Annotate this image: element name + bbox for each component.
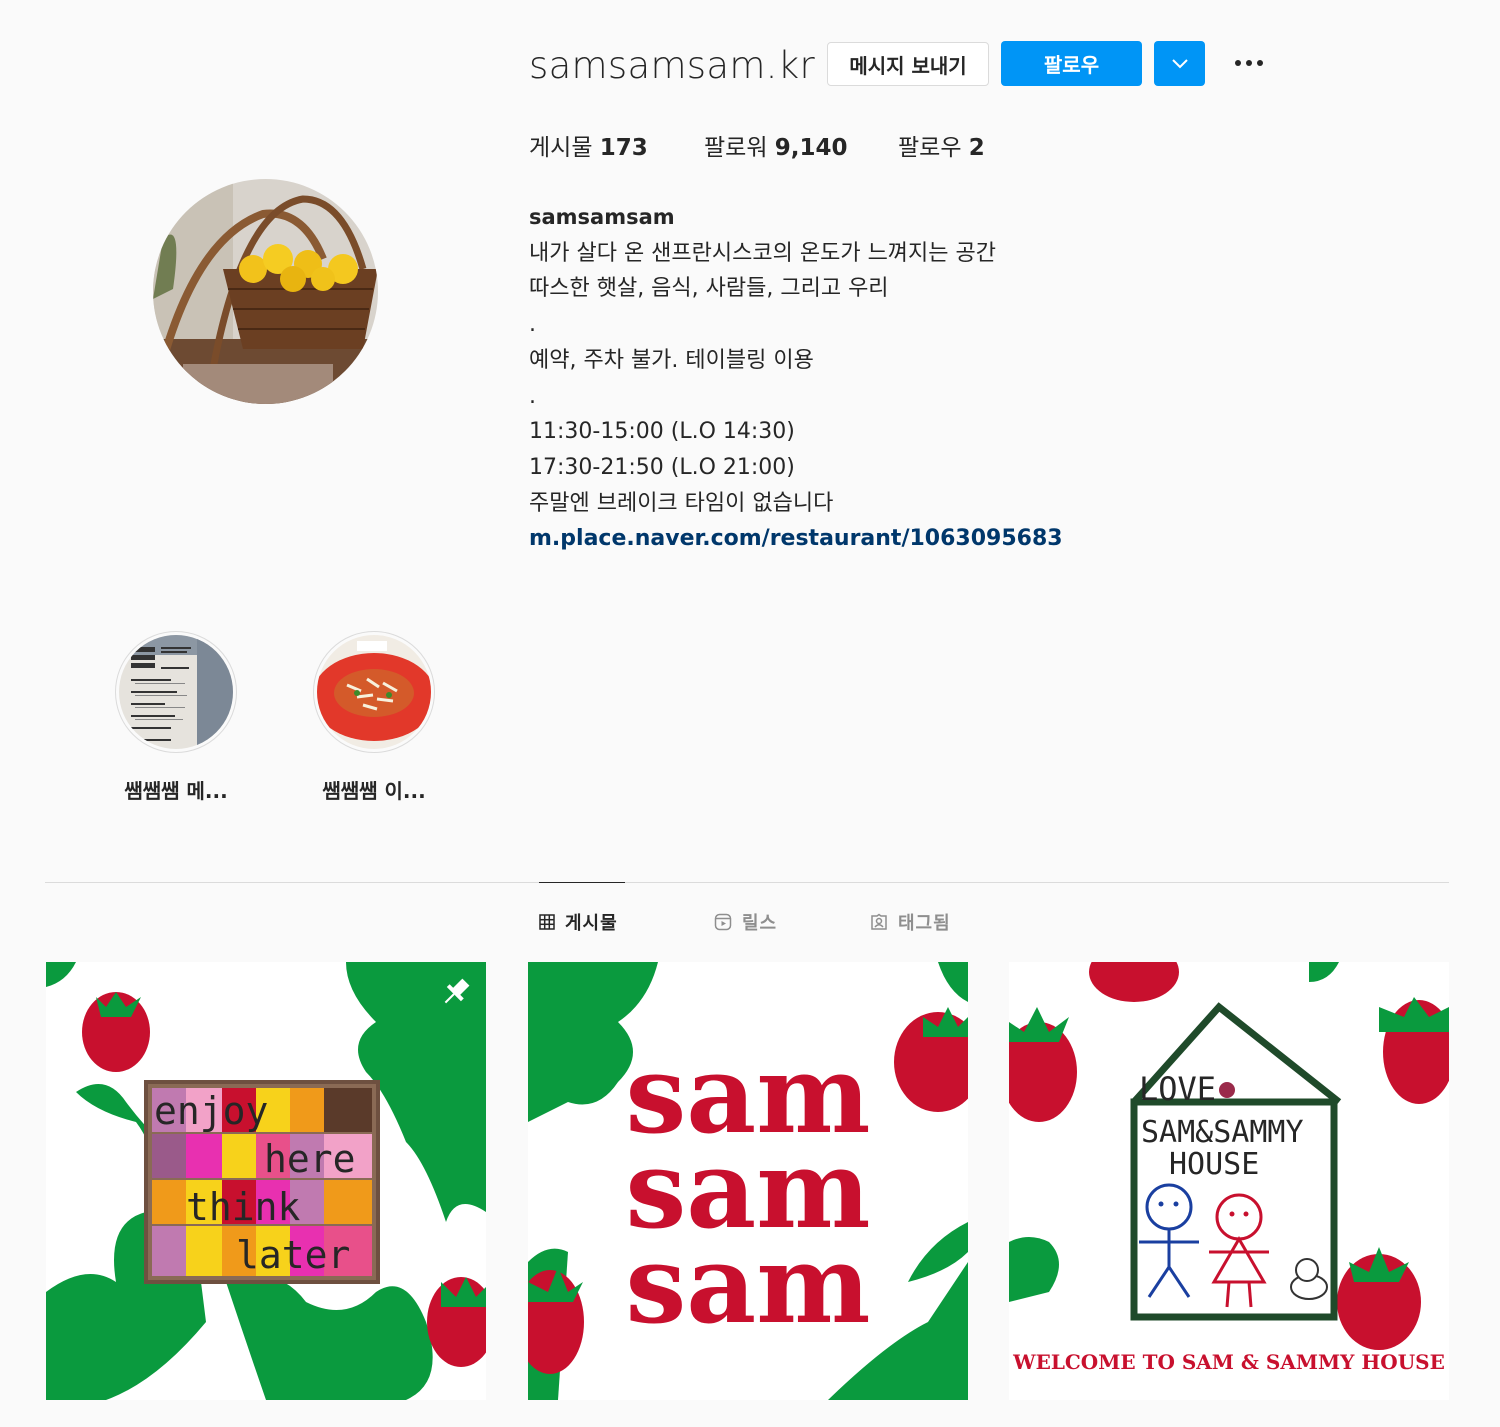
post-title-line: HOUSE [1169, 1147, 1259, 1182]
bio-line: 내가 살다 온 샌프란시스코의 온도가 느껴지는 공간 [529, 240, 997, 266]
message-button[interactable]: 메시지 보내기 [827, 42, 989, 86]
bio-line: 주말엔 브레이크 타임이 없습니다 [529, 490, 834, 516]
active-tab-indicator [539, 882, 625, 883]
post-word: later [236, 1233, 350, 1277]
bio-name: samsamsam [529, 205, 675, 229]
follow-button[interactable]: 팔로우 [1001, 41, 1142, 86]
grid-icon [539, 914, 555, 930]
chevron-down-icon [1171, 58, 1188, 68]
posts-count: 게시물 173 [529, 132, 648, 164]
tab-label: 게시물 [565, 913, 618, 934]
post-word: here [264, 1137, 356, 1181]
tab-label: 태그됨 [898, 913, 951, 934]
bio-line: 11:30-15:00 (L.O 14:30) [529, 419, 795, 445]
post-tile[interactable]: LOVE SAM&SAMMY HOUSE WELCOME TO SAM & SA… [1009, 962, 1449, 1400]
story-highlight-menu[interactable]: 쌤쌤쌤 메... [96, 631, 256, 804]
posts-count-value: 173 [599, 135, 648, 161]
followers-count-label: 팔로워 [704, 135, 768, 161]
tab-tagged[interactable]: 태그됨 [870, 908, 951, 936]
following-count-label: 팔로우 [898, 135, 962, 161]
post-caption: WELCOME TO SAM & SAMMY HOUSE [1012, 1350, 1445, 1374]
post-word: sam [625, 1222, 870, 1348]
profile-username: samsamsam.kr [529, 44, 815, 87]
post-word: think [186, 1185, 301, 1229]
bio-line: . [529, 383, 536, 409]
reels-icon [714, 913, 732, 931]
following-count-value: 2 [968, 135, 985, 161]
post-tile[interactable]: enjoy here think later [46, 962, 486, 1400]
post-love-text: LOVE [1139, 1070, 1216, 1108]
story-highlight-intro[interactable]: 쌤쌤쌤 이... [294, 631, 454, 804]
bio-line: 예약, 주차 불가. 테이블링 이용 [529, 347, 814, 373]
highlight-ring [313, 631, 435, 753]
post-word: enjoy [154, 1089, 268, 1133]
tab-posts[interactable]: 게시물 [539, 908, 618, 936]
highlight-cover-menu [119, 635, 233, 749]
more-options-button[interactable] [1225, 48, 1273, 78]
following-count[interactable]: 팔로우 2 [898, 132, 985, 164]
bio-line: 따스한 햇살, 음식, 사람들, 그리고 우리 [529, 276, 889, 302]
post-tile[interactable]: sam sam sam [528, 962, 968, 1400]
posts-count-label: 게시물 [529, 135, 593, 161]
highlight-label: 쌤쌤쌤 이... [322, 779, 426, 803]
tabs-divider [45, 882, 1449, 883]
highlight-cover-dish [317, 635, 431, 749]
tab-label: 릴스 [742, 913, 778, 934]
bio-line: 17:30-21:50 (L.O 21:00) [529, 454, 795, 480]
followers-count-value: 9,140 [774, 135, 848, 161]
followers-count[interactable]: 팔로워 9,140 [704, 132, 848, 164]
highlight-label: 쌤쌤쌤 메... [124, 779, 228, 803]
highlight-ring [115, 631, 237, 753]
profile-avatar[interactable] [153, 179, 378, 404]
profile-bio: samsamsam 내가 살다 온 샌프란시스코의 온도가 느껴지는 공간 따스… [529, 200, 1229, 557]
suggestions-dropdown-button[interactable] [1154, 41, 1205, 86]
bio-link[interactable]: m.place.naver.com/restaurant/1063095683 [529, 521, 1229, 557]
tagged-icon [871, 913, 887, 930]
bio-line: . [529, 312, 536, 338]
post-title-line: SAM&SAMMY [1141, 1115, 1304, 1150]
tab-reels[interactable]: 릴스 [714, 908, 777, 936]
more-icon [1235, 60, 1241, 66]
